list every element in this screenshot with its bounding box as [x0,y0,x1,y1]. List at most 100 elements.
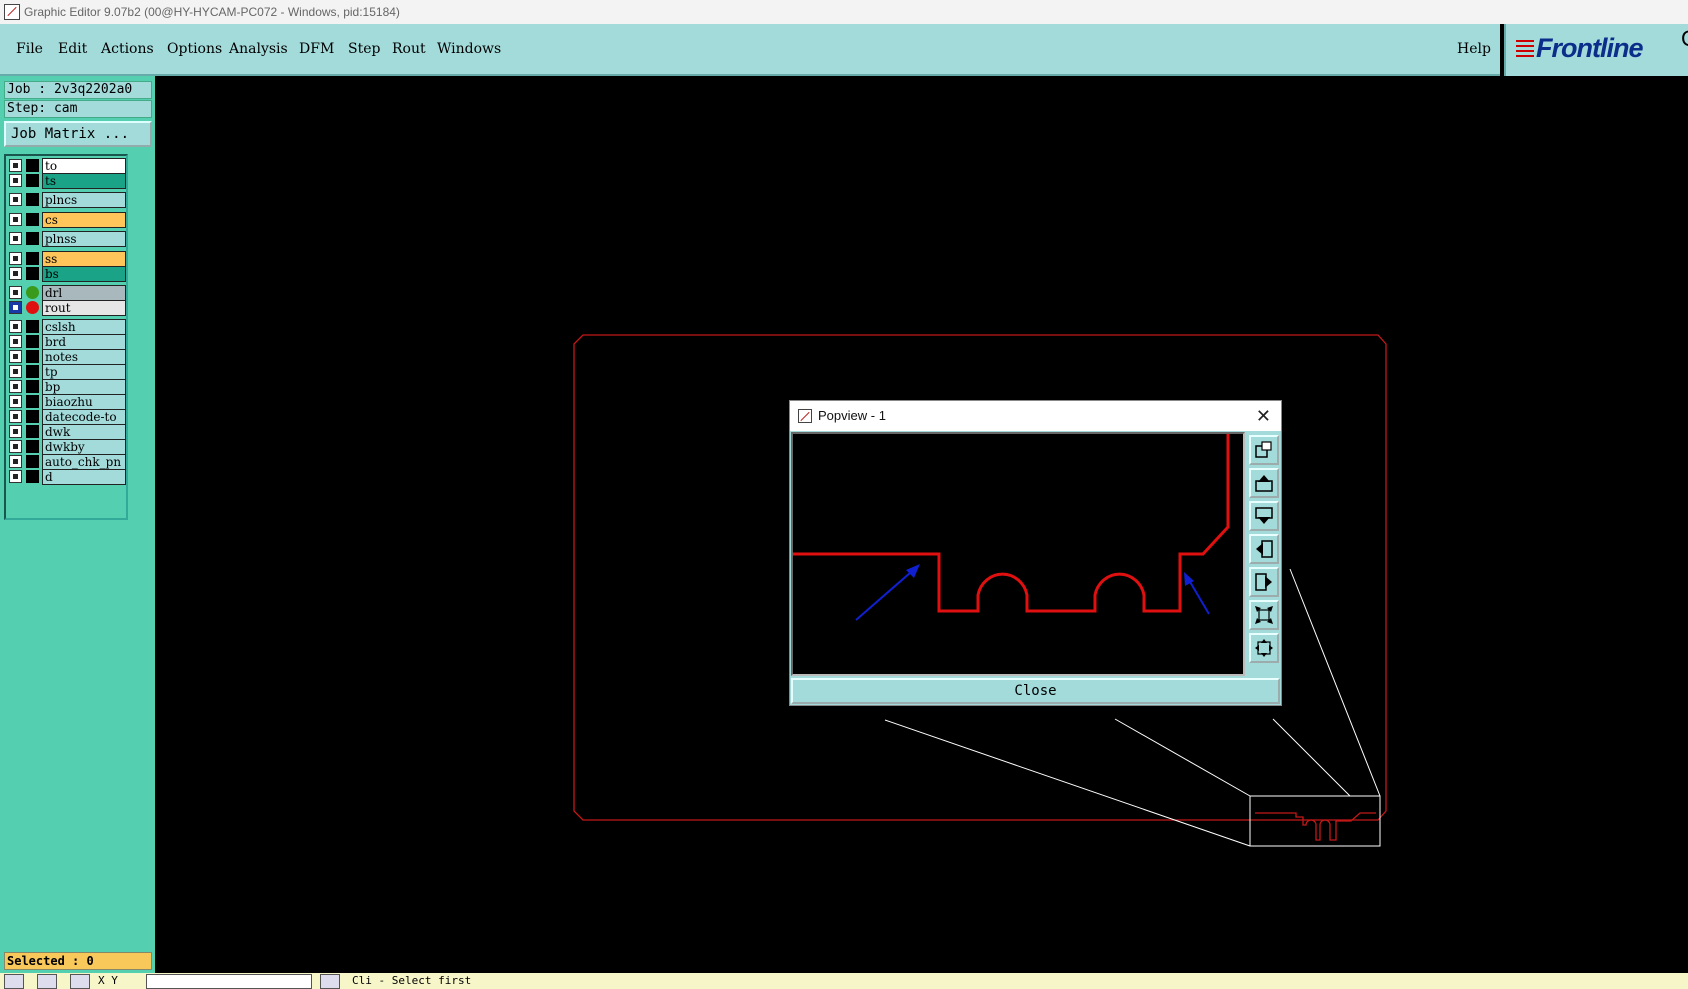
layer-name[interactable]: plncs [42,192,126,208]
zoom-out-icon[interactable] [1249,600,1279,630]
layer-checkbox[interactable] [9,320,22,333]
step-label: Step: cam [4,100,152,118]
layer-marker [26,159,39,172]
layer-row-notes[interactable]: notes [6,349,126,365]
layer-row-tp[interactable]: tp [6,364,126,380]
layer-row-ss[interactable]: ss [6,251,126,267]
menu-step[interactable]: Step [348,41,380,57]
layer-checkbox[interactable] [9,470,22,483]
layer-marker [26,350,39,363]
drill-dot-icon [26,286,39,299]
layer-name[interactable]: drl [42,285,126,301]
layer-name[interactable]: bs [42,266,126,282]
layer-checkbox[interactable] [9,174,22,187]
layer-row-dwk[interactable]: dwk [6,424,126,440]
menu-rout[interactable]: Rout [392,41,426,57]
layer-name[interactable]: brd [42,334,126,350]
layer-row-ts[interactable]: ts [6,173,126,189]
layer-name[interactable]: rout [42,300,126,316]
layer-name[interactable]: bp [42,379,126,395]
pan-left-icon[interactable] [1249,534,1279,564]
layer-name[interactable]: ts [42,173,126,189]
fit-all-icon[interactable] [1249,633,1279,663]
menu-windows[interactable]: Windows [437,41,501,57]
layer-checkbox[interactable] [9,267,22,280]
app-icon [4,4,20,20]
pan-up-icon[interactable] [1249,468,1279,498]
layer-name[interactable]: cslsh [42,319,126,335]
layer-checkbox[interactable] [9,301,22,314]
coordinate-input[interactable] [146,974,312,989]
menu-bar: File Edit Actions Options Analysis DFM S… [0,24,1500,76]
layer-row-rout[interactable]: rout [6,300,126,316]
layer-row-brd[interactable]: brd [6,334,126,350]
layer-row-dwkby[interactable]: dwkby [6,439,126,455]
status-tool-button-2[interactable] [37,974,57,989]
menu-help[interactable]: Help [1457,41,1491,57]
layer-name[interactable]: d [42,469,126,485]
layer-row-to[interactable]: to [6,158,126,174]
layer-list: to ts plncs cs plnss ss bs drl rout cslsh brd notes… [4,154,128,520]
layer-name[interactable]: biaozhu [42,394,126,410]
layer-checkbox[interactable] [9,350,22,363]
layer-row-cs[interactable]: cs [6,212,126,228]
layer-marker [26,470,39,483]
callout-line-1 [884,719,1251,847]
layer-row-plnss[interactable]: plnss [6,231,126,247]
layer-checkbox[interactable] [9,380,22,393]
layer-row-bs[interactable]: bs [6,266,126,282]
menu-dfm[interactable]: DFM [299,41,334,57]
status-tool-button-3[interactable] [70,974,90,989]
status-tool-button-4[interactable] [320,974,340,989]
layer-row-drl[interactable]: drl [6,285,126,301]
layer-row-d[interactable]: d [6,469,126,485]
layer-row-bp[interactable]: bp [6,379,126,395]
layer-checkbox[interactable] [9,232,22,245]
window-title: Graphic Editor 9.07b2 (00@HY-HYCAM-PC072… [24,5,400,19]
status-tool-button-1[interactable] [4,974,24,989]
layer-name[interactable]: auto_chk_pn [42,454,126,470]
layer-row-datecode-to[interactable]: datecode-to [6,409,126,425]
layer-row-cslsh[interactable]: cslsh [6,319,126,335]
pan-down-icon[interactable] [1249,501,1279,531]
job-label: Job : 2v3q2202a0 [4,81,152,99]
layer-name[interactable]: notes [42,349,126,365]
layer-checkbox[interactable] [9,395,22,408]
logo-wordmark: Frontline [1536,33,1643,63]
menu-file[interactable]: File [16,41,43,57]
pan-right-icon[interactable] [1249,567,1279,597]
popview-close-button[interactable]: Close [791,678,1280,704]
layer-checkbox[interactable] [9,213,22,226]
layer-name[interactable]: to [42,158,126,174]
layer-checkbox[interactable] [9,425,22,438]
popview-viewport[interactable] [791,432,1245,676]
layer-row-biaozhu[interactable]: biaozhu [6,394,126,410]
layer-name[interactable]: ss [42,251,126,267]
layer-row-auto-chk-pn[interactable]: auto_chk_pn [6,454,126,470]
layer-marker [26,365,39,378]
layer-name[interactable]: plnss [42,231,126,247]
layer-checkbox[interactable] [9,286,22,299]
layer-name[interactable]: cs [42,212,126,228]
menu-edit[interactable]: Edit [58,41,87,57]
layer-checkbox[interactable] [9,410,22,423]
layer-checkbox[interactable] [9,159,22,172]
layer-checkbox[interactable] [9,365,22,378]
layer-row-plncs[interactable]: plncs [6,192,126,208]
layer-checkbox[interactable] [9,193,22,206]
status-message: Cli - Select first [352,974,472,987]
menu-analysis[interactable]: Analysis [229,41,288,57]
zoom-window-icon[interactable] [1249,435,1279,465]
layer-name[interactable]: dwkby [42,439,126,455]
layer-name[interactable]: dwk [42,424,126,440]
job-matrix-button[interactable]: Job Matrix ... [4,121,152,147]
layer-checkbox[interactable] [9,455,22,468]
menu-actions[interactable]: Actions [101,41,154,57]
layer-name[interactable]: datecode-to [42,409,126,425]
layer-checkbox[interactable] [9,335,22,348]
close-icon[interactable]: ✕ [1256,401,1271,431]
layer-checkbox[interactable] [9,440,22,453]
menu-options[interactable]: Options [167,41,222,57]
layer-checkbox[interactable] [9,252,22,265]
layer-name[interactable]: tp [42,364,126,380]
